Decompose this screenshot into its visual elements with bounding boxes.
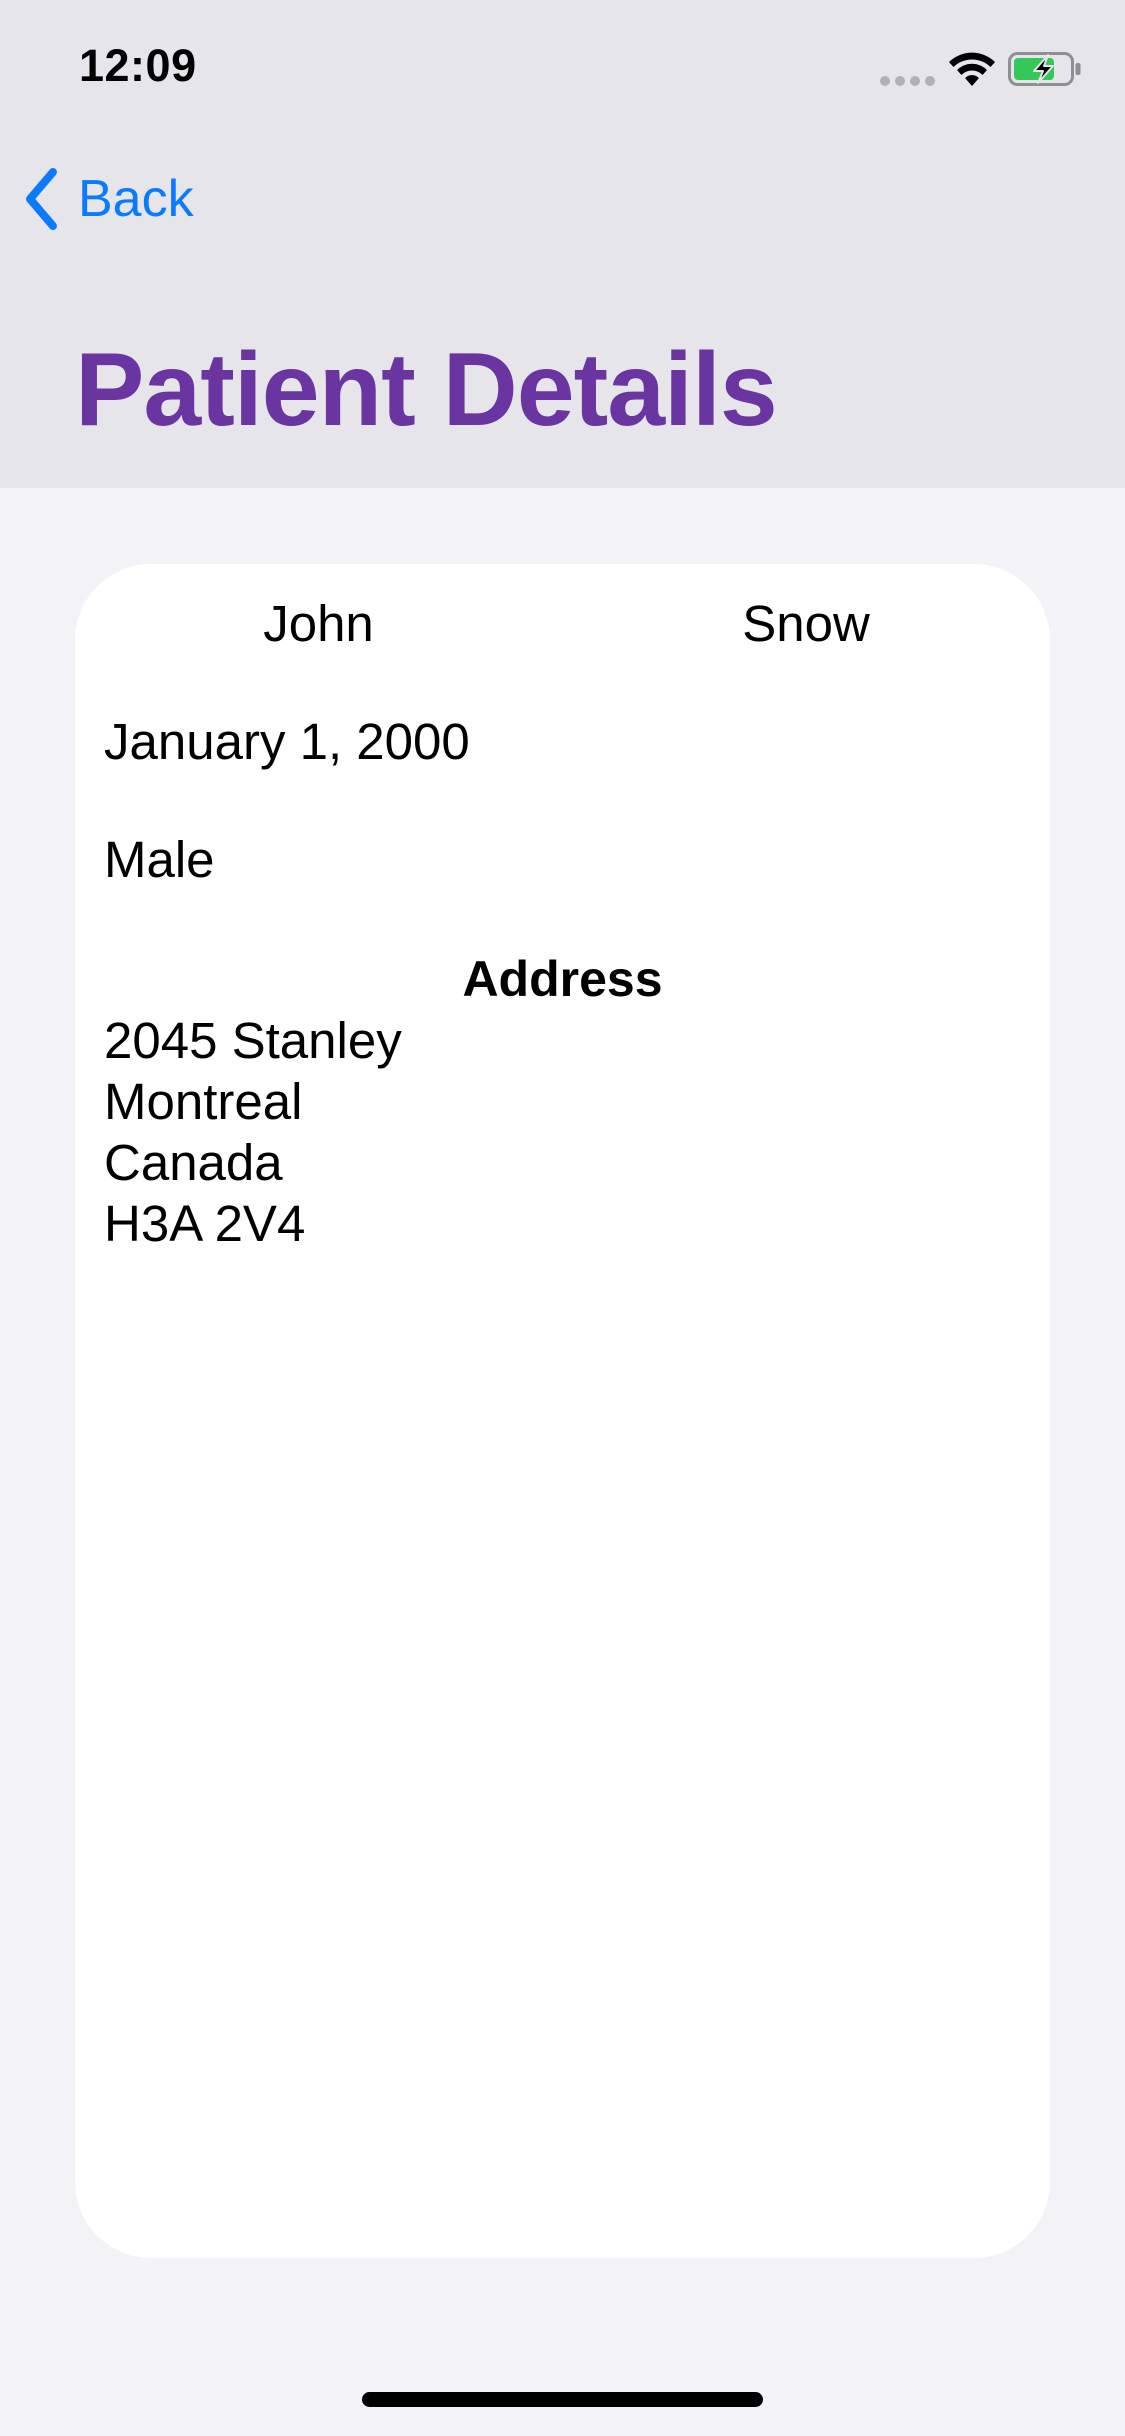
signal-dots-icon <box>880 76 936 86</box>
back-label: Back <box>78 170 194 228</box>
address-city: Montreal <box>104 1073 303 1130</box>
address-block: 2045 Stanley Montreal Canada H3A 2V4 <box>104 1010 402 1254</box>
last-name: Snow <box>742 595 870 652</box>
chevron-left-icon <box>26 168 57 230</box>
patient-name-row: John Snow <box>75 594 1050 654</box>
address-heading: Address <box>462 951 663 1007</box>
home-indicator[interactable] <box>362 2392 763 2407</box>
address-country: Canada <box>104 1134 283 1191</box>
wifi-icon <box>949 52 995 86</box>
address-postal-code: H3A 2V4 <box>104 1195 306 1252</box>
gender: Male <box>104 831 215 888</box>
status-time: 12:09 <box>79 40 197 91</box>
address-street: 2045 Stanley <box>104 1012 402 1069</box>
back-button[interactable]: Back <box>22 164 194 234</box>
page-title: Patient Details <box>75 332 778 448</box>
status-bar: 12:09 <box>0 0 1125 135</box>
patient-details-card: John Snow January 1, 2000 Male Address 2… <box>75 564 1050 2258</box>
first-name: John <box>263 595 374 652</box>
date-of-birth: January 1, 2000 <box>104 713 470 770</box>
battery-charging-icon <box>1008 52 1081 86</box>
